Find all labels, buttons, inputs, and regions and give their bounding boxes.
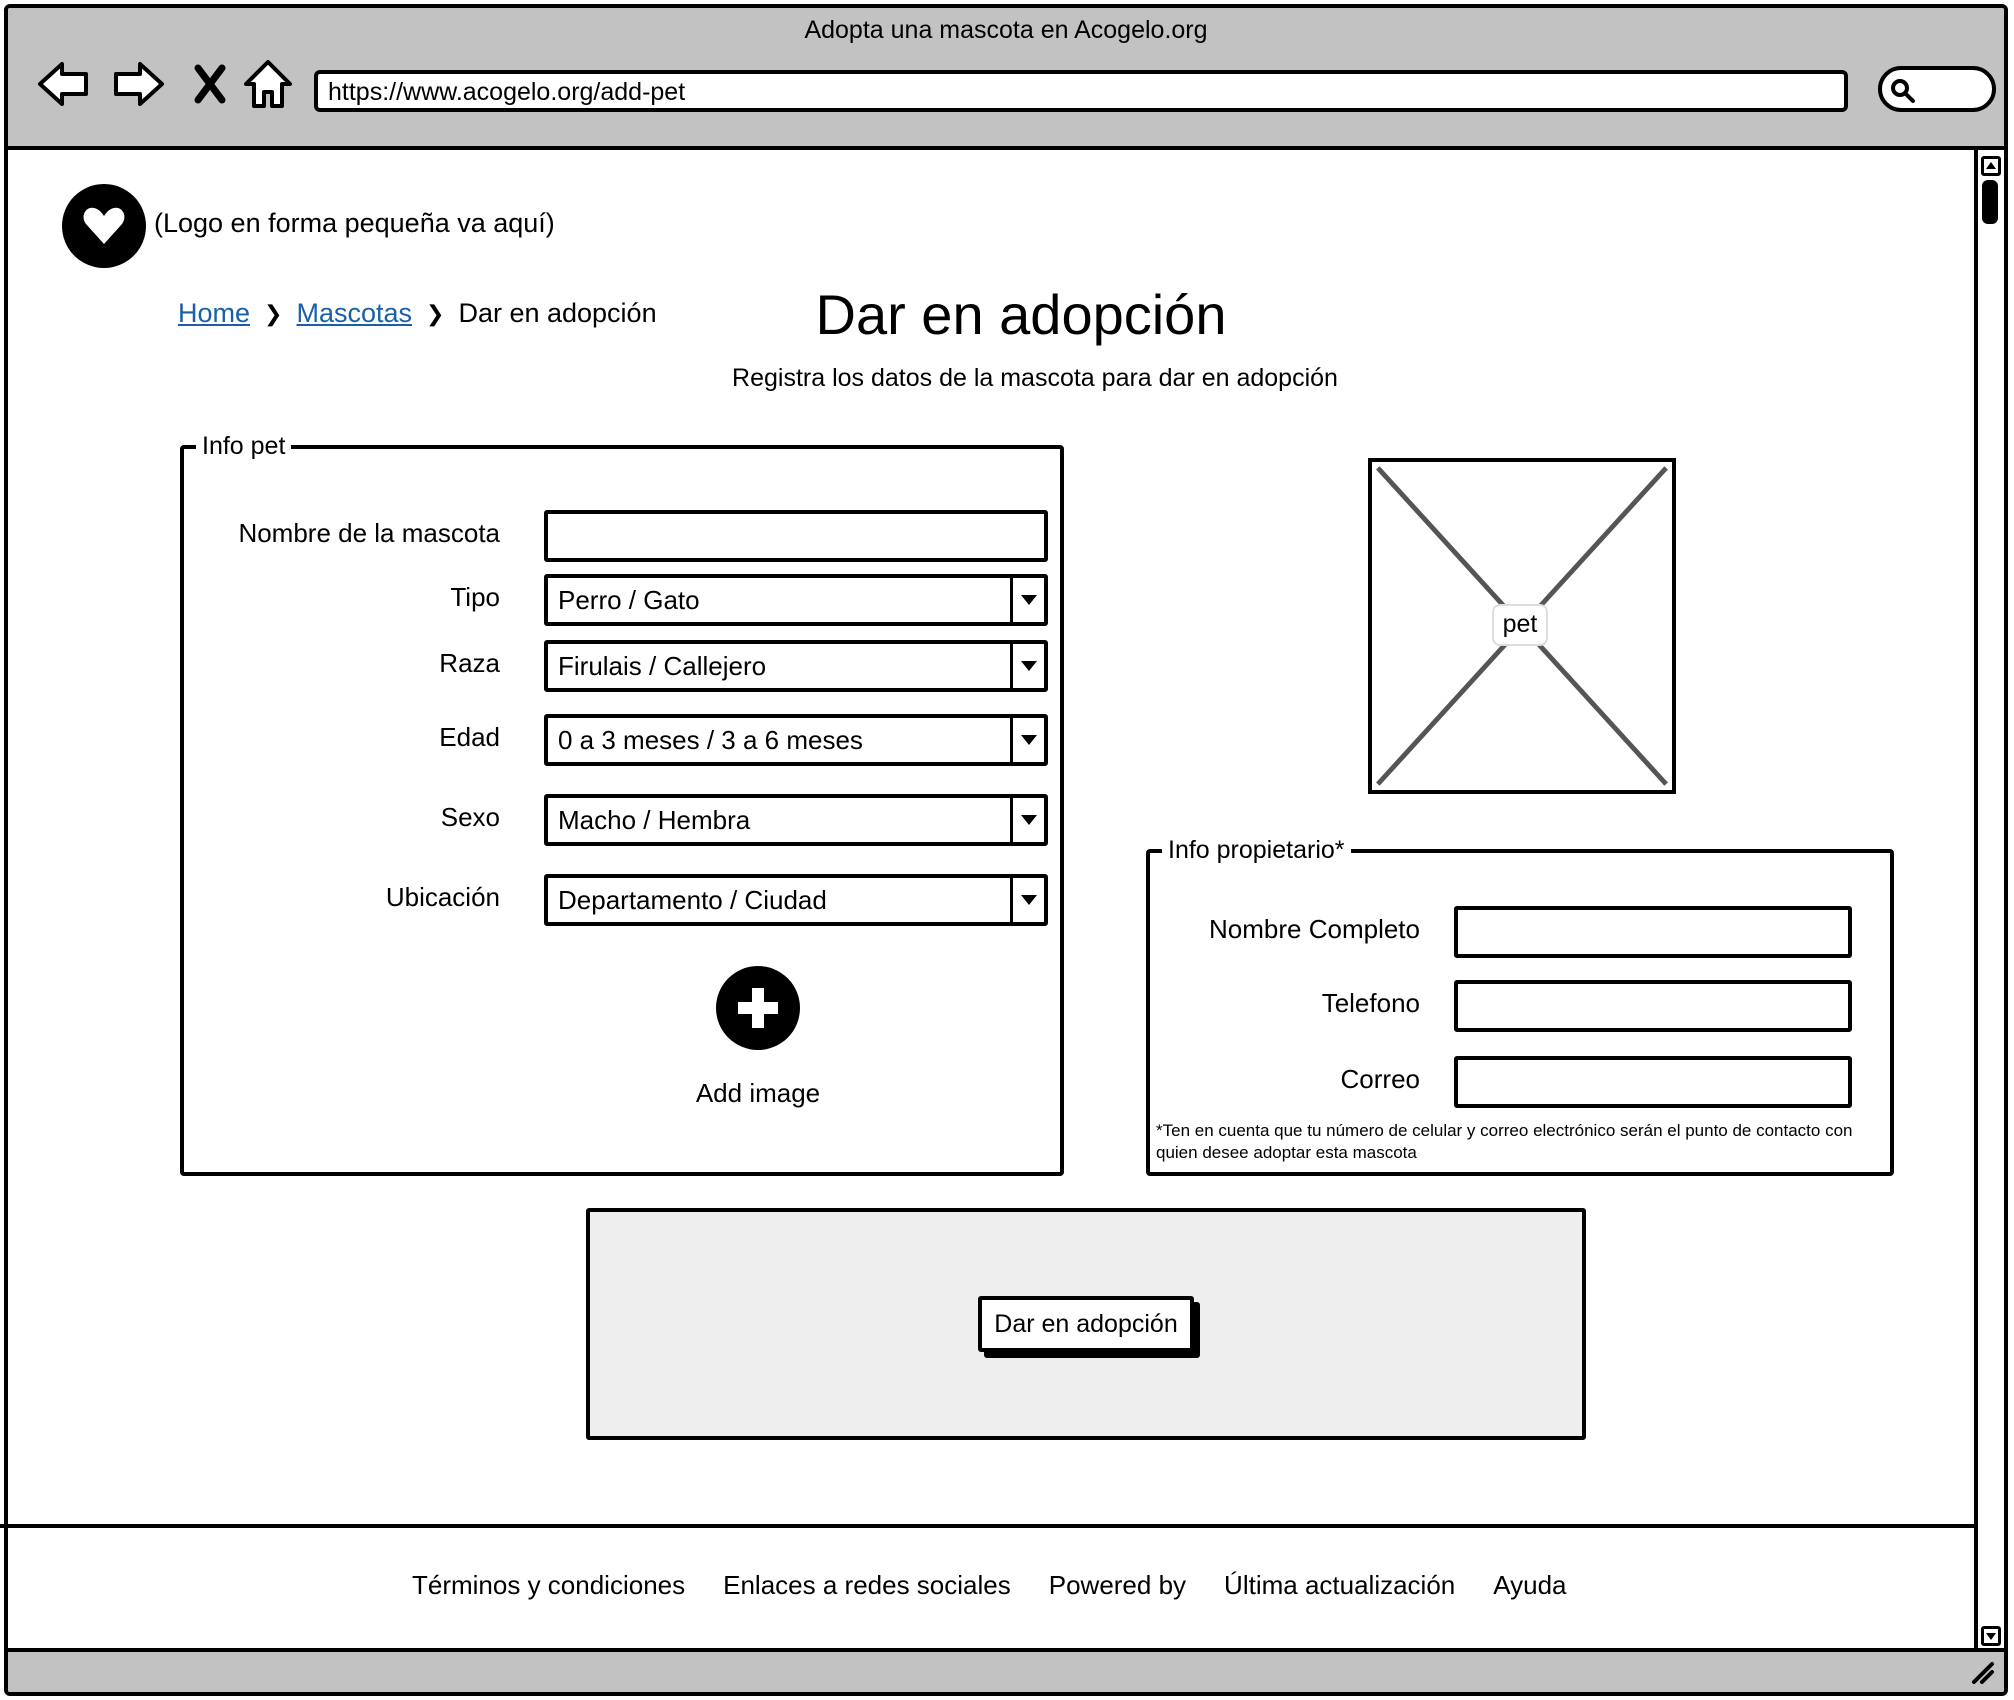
heart-icon xyxy=(83,207,125,244)
plus-circle-icon xyxy=(738,988,778,1028)
add-image-label[interactable]: Add image xyxy=(670,1078,846,1109)
chevron-down-icon[interactable] xyxy=(1010,878,1044,922)
pet-type-value: Perro / Gato xyxy=(558,585,700,615)
add-image-button[interactable] xyxy=(716,966,800,1050)
chevron-down-icon xyxy=(1986,1633,1996,1640)
pet-type-select[interactable]: Perro / Gato xyxy=(544,574,1048,626)
owner-contact-note: *Ten en cuenta que tu número de celular … xyxy=(1156,1121,1853,1162)
window-title: Adopta una mascota en Acogelo.org xyxy=(804,16,1208,44)
pet-location-select[interactable]: Departamento / Ciudad xyxy=(544,874,1048,926)
pet-sex-label: Sexo xyxy=(440,802,500,832)
pet-location-value: Departamento / Ciudad xyxy=(558,885,827,915)
pet-age-value: 0 a 3 meses / 3 a 6 meses xyxy=(558,725,863,755)
pet-breed-value: Firulais / Callejero xyxy=(558,651,767,681)
search-icon xyxy=(1891,79,1915,103)
pet-location-label: Ubicación xyxy=(385,882,500,912)
resize-grip-icon[interactable] xyxy=(1966,1656,1996,1686)
chevron-down-icon[interactable] xyxy=(1010,644,1044,688)
back-arrow-icon[interactable] xyxy=(34,54,94,114)
owner-fullname-input[interactable] xyxy=(1454,906,1852,958)
address-bar[interactable]: https://www.acogelo.org/add-pet xyxy=(314,70,1848,112)
forward-arrow-icon[interactable] xyxy=(108,54,168,114)
close-icon[interactable] xyxy=(180,54,240,114)
pet-image-placeholder: pet xyxy=(1368,458,1676,794)
owner-email-label: Correo xyxy=(1340,1064,1420,1094)
pet-breed-select[interactable]: Firulais / Callejero xyxy=(544,640,1048,692)
chevron-up-icon xyxy=(1986,162,1996,169)
browser-search-field[interactable] xyxy=(1878,66,1996,112)
pet-name-input[interactable] xyxy=(544,510,1048,562)
footer-updated-link[interactable]: Última actualización xyxy=(1224,1570,1455,1601)
owner-email-input[interactable] xyxy=(1454,1056,1852,1108)
owner-info-legend: Info propietario* xyxy=(1168,836,1345,864)
submit-adoption-button[interactable]: Dar en adopción xyxy=(978,1296,1194,1352)
chevron-down-icon[interactable] xyxy=(1010,718,1044,762)
pet-breed-label: Raza xyxy=(439,648,500,678)
page-title: Dar en adopción xyxy=(815,283,1227,346)
footer-powered-link[interactable]: Powered by xyxy=(1049,1570,1186,1601)
pet-sex-select[interactable]: Macho / Hembra xyxy=(544,794,1048,846)
pet-image-caption: pet xyxy=(1492,604,1548,646)
browser-chrome: Adopta una mascota en Acogelo.org https:… xyxy=(8,8,2004,150)
pet-info-legend: Info pet xyxy=(202,432,286,460)
owner-fullname-label: Nombre Completo xyxy=(1209,914,1420,944)
pet-age-label: Edad xyxy=(439,722,500,752)
footer-terms-link[interactable]: Términos y condiciones xyxy=(412,1570,685,1601)
footer-help-link[interactable]: Ayuda xyxy=(1493,1570,1566,1601)
logo[interactable] xyxy=(62,184,146,268)
owner-phone-label: Telefono xyxy=(1321,988,1420,1018)
owner-phone-input[interactable] xyxy=(1454,980,1852,1032)
home-icon[interactable] xyxy=(238,54,298,114)
pet-name-label: Nombre de la mascota xyxy=(238,518,500,548)
chevron-down-icon[interactable] xyxy=(1010,798,1044,842)
scroll-up-button[interactable] xyxy=(1981,156,2001,176)
status-bar xyxy=(8,1648,2004,1692)
logo-placeholder-text: (Logo en forma pequeña va aquí) xyxy=(154,208,555,238)
footer-social-link[interactable]: Enlaces a redes sociales xyxy=(723,1570,1011,1601)
chevron-down-icon[interactable] xyxy=(1010,578,1044,622)
footer: Términos y condiciones Enlaces a redes s… xyxy=(412,1570,1567,1601)
pet-sex-value: Macho / Hembra xyxy=(558,805,751,835)
page-subtitle: Registra los datos de la mascota para da… xyxy=(732,364,1338,392)
pet-age-select[interactable]: 0 a 3 meses / 3 a 6 meses xyxy=(544,714,1048,766)
footer-divider xyxy=(0,1524,1976,1528)
scroll-thumb[interactable] xyxy=(1982,180,1998,224)
scroll-down-button[interactable] xyxy=(1981,1626,2001,1646)
pet-type-label: Tipo xyxy=(450,582,500,612)
